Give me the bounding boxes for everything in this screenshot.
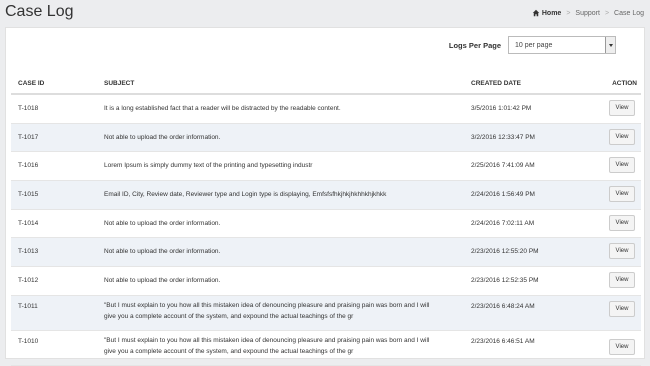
case-log-panel: Logs Per Page 10 per page CASE ID SUBJEC… <box>5 27 645 366</box>
case-date: 3/5/2016 1:01:42 PM <box>471 105 532 112</box>
view-button[interactable]: View <box>609 100 635 116</box>
breadcrumb-current: Case Log <box>614 9 644 17</box>
case-date: 2/24/2016 7:02:11 AM <box>471 219 535 227</box>
case-subject: "But I must explain to you how all this … <box>104 301 430 320</box>
column-header-subject: SUBJECT <box>104 80 135 87</box>
case-date: 2/25/2016 7:41:09 AM <box>471 162 535 170</box>
case-date: 2/23/2016 12:55:20 PM <box>471 248 539 256</box>
home-icon <box>532 9 540 17</box>
case-subject: Not able to upload the order information… <box>104 277 221 285</box>
view-button[interactable]: View <box>609 338 635 355</box>
view-button[interactable]: View <box>609 272 635 289</box>
view-button[interactable]: View <box>609 157 635 174</box>
case-id: T-1013 <box>18 248 39 256</box>
logs-per-page-label: Logs Per Page <box>448 40 501 50</box>
column-header-created-date: CREATED DATE <box>471 80 521 87</box>
case-table: CASE ID SUBJECT CREATED DATE ACTION T-10… <box>11 72 641 366</box>
top-bar: Case Log Home > Support > Case Log <box>0 0 650 26</box>
table-row: T-1016 Lorem Ipsum is simply dummy text … <box>11 152 641 182</box>
case-id: T-1010 <box>18 337 39 345</box>
view-button[interactable]: View <box>609 186 635 203</box>
table-row: T-1012 Not able to upload the order info… <box>11 267 641 296</box>
case-id: T-1014 <box>18 219 39 227</box>
table-row: T-1010 "But I must explain to you how al… <box>11 331 641 366</box>
logs-per-page-value: 10 per page <box>515 41 553 49</box>
logs-per-page-select[interactable]: 10 per page <box>508 36 616 54</box>
table-row: T-1018 It is a long established fact tha… <box>11 95 641 124</box>
case-id: T-1015 <box>18 191 39 199</box>
breadcrumb-home[interactable]: Home <box>532 9 561 17</box>
table-header: CASE ID SUBJECT CREATED DATE ACTION <box>11 72 641 95</box>
view-button[interactable]: View <box>609 243 635 260</box>
case-date: 2/23/2016 6:48:24 AM <box>471 302 535 310</box>
table-row: T-1017 Not able to upload the order info… <box>11 123 641 153</box>
breadcrumb-separator: > <box>604 9 610 17</box>
column-header-case-id: CASE ID <box>18 80 45 87</box>
breadcrumb-support[interactable]: Support <box>575 10 600 17</box>
case-date: 2/23/2016 12:52:35 PM <box>471 277 539 285</box>
case-id: T-1012 <box>18 277 39 285</box>
case-subject: Email ID, City, Review date, Reviewer ty… <box>104 191 387 199</box>
case-id: T-1016 <box>18 162 39 170</box>
case-subject: "But I must explain to you how all this … <box>104 336 430 355</box>
case-date: 2/23/2016 6:46:51 AM <box>471 337 535 345</box>
table-row: T-1014 Not able to upload the order info… <box>11 210 641 239</box>
case-id: T-1018 <box>18 105 39 112</box>
chevron-down-icon[interactable] <box>605 37 615 53</box>
column-header-action: ACTION <box>612 80 637 87</box>
breadcrumb-separator: > <box>566 9 571 17</box>
case-subject: Not able to upload the order information… <box>104 248 221 256</box>
case-subject: Not able to upload the order information… <box>104 133 221 141</box>
case-subject: Lorem Ipsum is simply dummy text of the … <box>104 162 313 170</box>
case-date: 3/2/2016 12:33:47 PM <box>471 133 535 141</box>
view-button[interactable]: View <box>609 300 635 317</box>
case-subject: Not able to upload the order information… <box>104 219 221 227</box>
view-button[interactable]: View <box>609 128 635 145</box>
breadcrumb: Home > Support > Case Log <box>532 9 644 17</box>
case-id: T-1017 <box>18 133 39 141</box>
logs-per-page-control: Logs Per Page 10 per page <box>449 36 616 54</box>
case-id: T-1011 <box>18 302 38 310</box>
case-subject: It is a long established fact that a rea… <box>104 105 341 112</box>
table-row: T-1015 Email ID, City, Review date, Revi… <box>11 181 641 210</box>
case-date: 2/24/2016 1:56:49 PM <box>471 191 535 199</box>
breadcrumb-home-label: Home <box>541 9 562 17</box>
page-title: Case Log <box>5 3 74 20</box>
table-row: T-1013 Not able to upload the order info… <box>11 238 641 268</box>
table-row: T-1011 "But I must explain to you how al… <box>11 295 641 331</box>
view-button[interactable]: View <box>609 214 635 231</box>
